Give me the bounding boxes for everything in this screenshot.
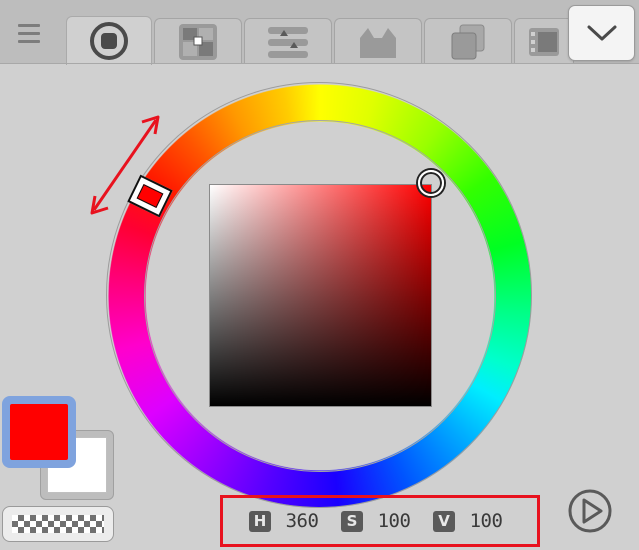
hamburger-menu-icon[interactable] [18,24,40,44]
play-circle-icon[interactable] [567,488,613,534]
color-history-icon [529,27,559,56]
tab-color-history[interactable] [514,18,574,64]
tab-approximate-color[interactable] [424,18,512,64]
panel-tab-bar [0,0,639,65]
saturation-value[interactable]: 100 [363,510,425,532]
color-slider-icon [268,26,308,58]
panel-menu-dropdown-button[interactable] [568,5,635,61]
saturation-value-square[interactable] [209,184,432,407]
intermediate-color-icon [179,23,217,60]
transparent-color-swatch[interactable] [2,506,114,542]
hsv-readout: H 360 S 100 V 100 [220,495,540,547]
double-arrow-icon [90,115,160,215]
value-label-badge: V [433,510,455,532]
tab-divider [0,63,639,64]
color-set-icon [360,27,396,58]
brightness-value[interactable]: 100 [455,510,517,532]
hue-label-badge: H [249,510,271,532]
hue-value[interactable]: 360 [271,510,333,532]
color-wheel-icon [90,22,128,60]
checkerboard-icon [12,515,104,533]
main-color-fill [10,404,68,460]
tab-color-wheel[interactable] [66,16,152,65]
main-color-swatch[interactable] [2,396,76,468]
tab-color-slider[interactable] [244,18,332,64]
chevron-down-icon [587,25,616,41]
tab-color-set[interactable] [334,18,422,64]
tab-intermediate-color[interactable] [154,18,242,64]
saturation-label-badge: S [341,510,363,532]
approximate-color-icon [451,24,485,59]
saturation-value-cursor[interactable] [418,170,444,196]
